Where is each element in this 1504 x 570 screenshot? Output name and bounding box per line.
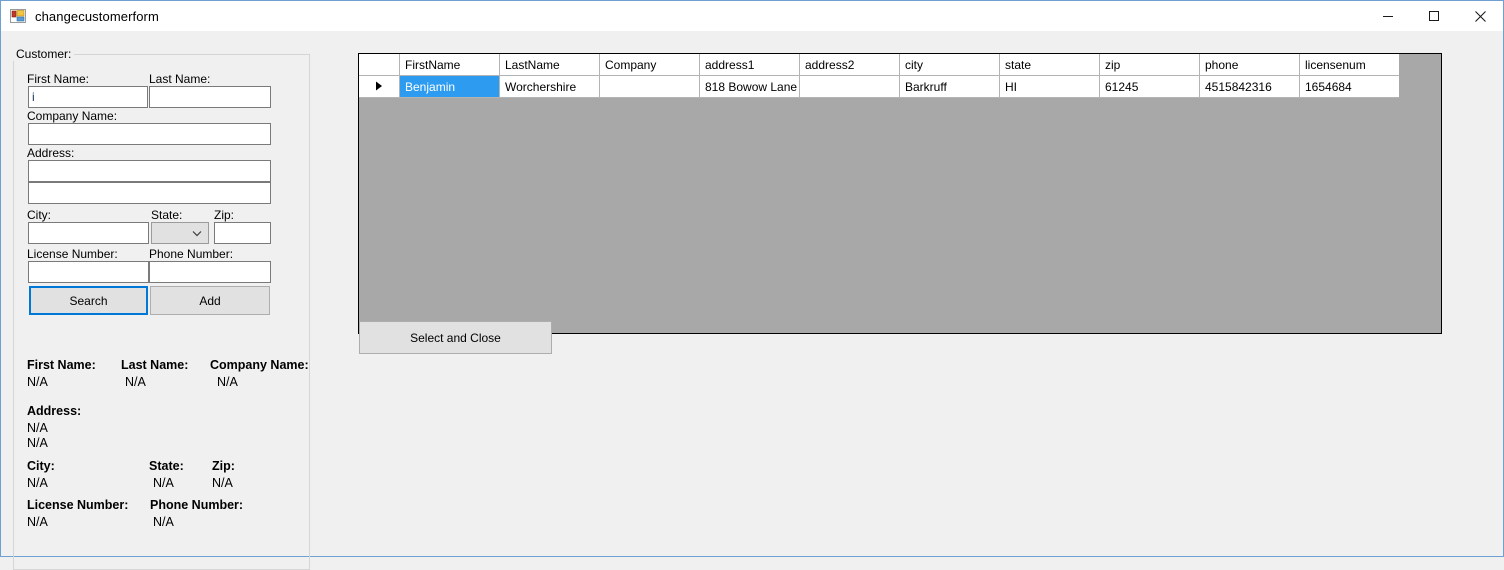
title-bar[interactable]: changecustomerform xyxy=(1,1,1503,31)
windows-form-icon xyxy=(10,8,26,24)
state-label: State: xyxy=(151,208,183,222)
summary-last-name-value: N/A xyxy=(125,375,146,389)
last-name-input[interactable] xyxy=(149,86,271,108)
grid-cell-zip[interactable]: 61245 xyxy=(1100,76,1200,98)
grid-cell-state[interactable]: HI xyxy=(1000,76,1100,98)
city-input[interactable] xyxy=(28,222,149,244)
window-title: changecustomerform xyxy=(35,8,159,24)
close-button[interactable] xyxy=(1457,1,1503,31)
summary-last-name-label: Last Name: xyxy=(121,358,189,372)
summary-phone-value: N/A xyxy=(153,515,174,529)
row-selector[interactable] xyxy=(359,76,400,98)
last-name-label: Last Name: xyxy=(149,72,211,86)
grid-column-header-licensenum[interactable]: licensenum xyxy=(1300,54,1400,76)
city-label: City: xyxy=(27,208,51,222)
summary-state-label: State: xyxy=(149,459,184,473)
license-number-label: License Number: xyxy=(27,247,118,261)
summary-company-name-value: N/A xyxy=(217,375,238,389)
grid-cell-city[interactable]: Barkruff xyxy=(900,76,1000,98)
summary-zip-label: Zip: xyxy=(212,459,235,473)
application-window: changecustomerform Customer: First Name:… xyxy=(0,0,1504,570)
grid-column-header-company[interactable]: Company xyxy=(600,54,700,76)
grid-cell-phone[interactable]: 4515842316 xyxy=(1200,76,1300,98)
customer-groupbox-legend: Customer: xyxy=(13,47,75,61)
grid-column-header-address1[interactable]: address1 xyxy=(700,54,800,76)
summary-first-name-value: N/A xyxy=(27,375,48,389)
table-row[interactable]: Benjamin Worchershire 818 Bowow Lane Barkru… xyxy=(359,76,1441,98)
grid-cell-firstname[interactable]: Benjamin xyxy=(400,76,500,98)
grid-cell-lastname[interactable]: Worchershire xyxy=(500,76,600,98)
grid-column-header-phone[interactable]: phone xyxy=(1200,54,1300,76)
grid-column-header-address2[interactable]: address2 xyxy=(800,54,900,76)
chevron-down-icon xyxy=(192,226,202,240)
grid-column-header-city[interactable]: city xyxy=(900,54,1000,76)
grid-cell-address2[interactable] xyxy=(800,76,900,98)
summary-state-value: N/A xyxy=(153,476,174,490)
zip-label: Zip: xyxy=(214,208,235,222)
maximize-button[interactable] xyxy=(1411,1,1457,31)
select-and-close-button[interactable]: Select and Close xyxy=(359,321,552,354)
summary-address-label: Address: xyxy=(27,404,82,418)
grid-scroll-corner xyxy=(1399,54,1441,98)
grid-column-header-firstname[interactable]: FirstName xyxy=(400,54,500,76)
zip-input[interactable] xyxy=(214,222,271,244)
client-area: Customer: First Name: Last Name: Company… xyxy=(1,31,1503,570)
summary-company-name-label: Company Name: xyxy=(210,358,309,372)
customer-data-grid[interactable]: FirstName LastName Company address1 address2… xyxy=(358,53,1442,334)
phone-number-input[interactable] xyxy=(149,261,271,283)
grid-column-header-state[interactable]: state xyxy=(1000,54,1100,76)
summary-address-value-1: N/A xyxy=(27,421,48,435)
search-button[interactable]: Search xyxy=(29,286,148,315)
grid-column-header-zip[interactable]: zip xyxy=(1100,54,1200,76)
minimize-button[interactable] xyxy=(1365,1,1411,31)
summary-phone-label: Phone Number: xyxy=(150,498,244,512)
summary-first-name-label: First Name: xyxy=(27,358,96,372)
address-line2-input[interactable] xyxy=(28,182,271,204)
summary-zip-value: N/A xyxy=(212,476,233,490)
address-line1-input[interactable] xyxy=(28,160,271,182)
summary-license-value: N/A xyxy=(27,515,48,529)
grid-header-corner xyxy=(359,54,400,76)
grid-cell-company[interactable] xyxy=(600,76,700,98)
summary-address-value-2: N/A xyxy=(27,436,48,450)
summary-city-value: N/A xyxy=(27,476,48,490)
company-name-label: Company Name: xyxy=(27,109,118,123)
address-label: Address: xyxy=(27,146,75,160)
grid-header-row: FirstName LastName Company address1 address2… xyxy=(359,54,1441,76)
phone-number-label: Phone Number: xyxy=(149,247,234,261)
add-button[interactable]: Add xyxy=(150,286,270,315)
first-name-label: First Name: xyxy=(27,72,90,86)
grid-cell-licensenum[interactable]: 1654684 xyxy=(1300,76,1400,98)
row-selector-arrow-icon xyxy=(375,80,383,94)
license-number-input[interactable] xyxy=(28,261,149,283)
state-dropdown[interactable] xyxy=(151,222,209,244)
summary-license-label: License Number: xyxy=(27,498,129,512)
grid-column-header-lastname[interactable]: LastName xyxy=(500,54,600,76)
summary-city-label: City: xyxy=(27,459,55,473)
first-name-input[interactable] xyxy=(28,86,148,108)
grid-cell-address1[interactable]: 818 Bowow Lane xyxy=(700,76,800,98)
window-controls xyxy=(1365,1,1503,31)
company-name-input[interactable] xyxy=(28,123,271,145)
